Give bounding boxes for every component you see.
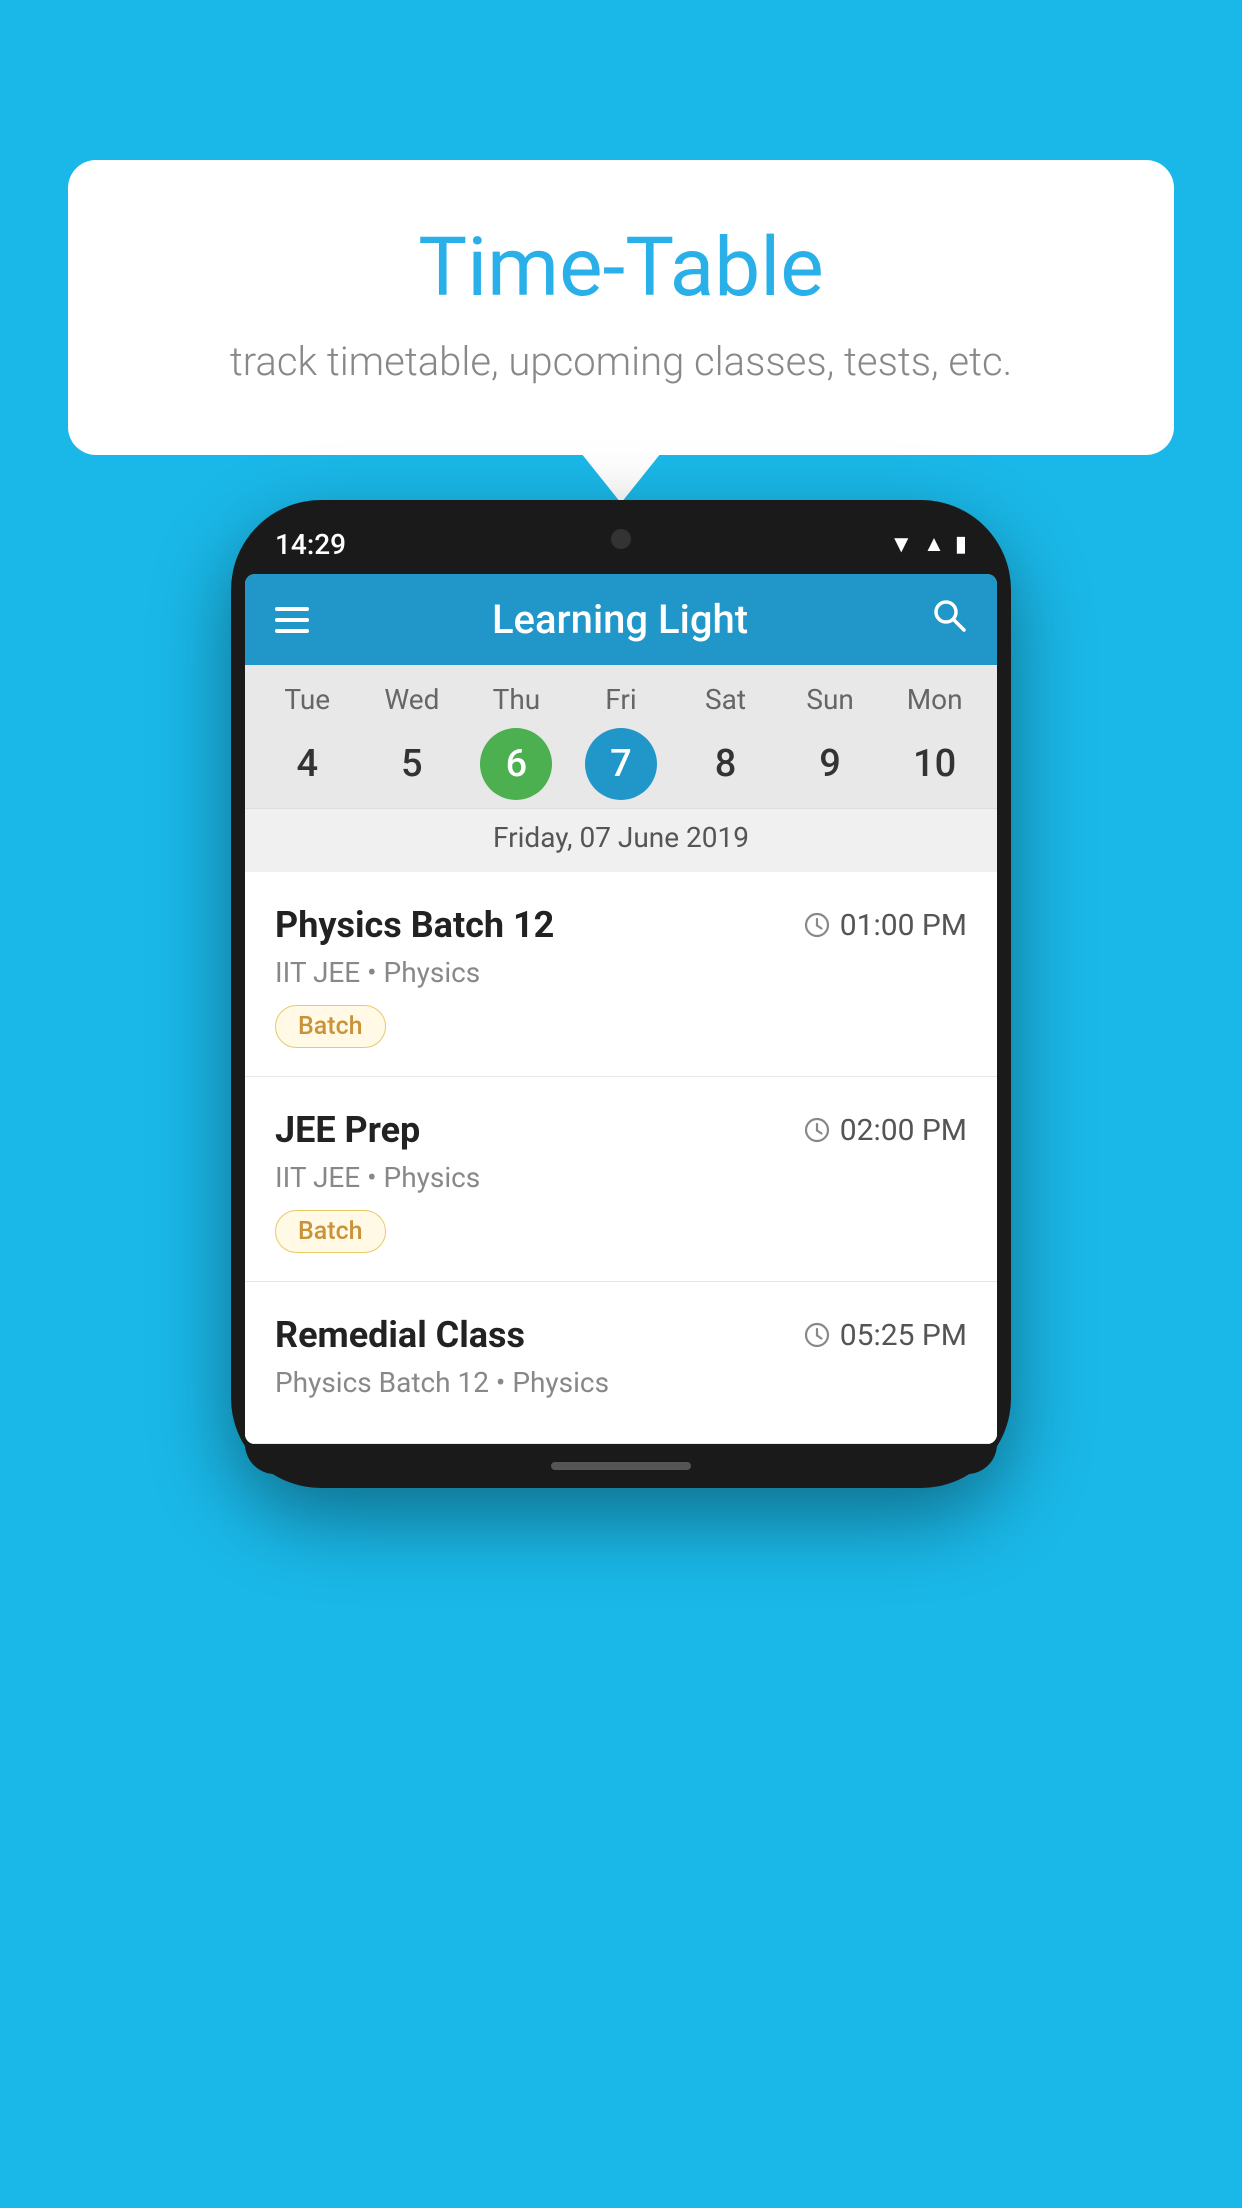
clock-icon	[804, 1117, 830, 1143]
hamburger-icon[interactable]	[275, 607, 309, 633]
selected-date-label: Friday, 07 June 2019	[245, 808, 997, 872]
page-title: Time-Table	[118, 220, 1124, 316]
camera	[611, 529, 631, 549]
status-bar: 14:29 ▼ ▲ ▮	[245, 514, 997, 574]
batch-tag: Batch	[275, 1210, 386, 1253]
item-time: 05:25 PM	[804, 1318, 967, 1353]
day-name: Fri	[605, 683, 636, 716]
schedule-item-top: JEE Prep 02:00 PM	[275, 1109, 967, 1151]
day-col-4[interactable]: Tue 4	[271, 683, 343, 800]
item-subtitle: IIT JEE • Physics	[275, 1161, 967, 1194]
item-title: Remedial Class	[275, 1314, 525, 1356]
search-icon[interactable]	[931, 597, 967, 642]
item-time: 02:00 PM	[804, 1113, 967, 1148]
schedule-item[interactable]: Physics Batch 12 01:00 PM IIT JEE • Physi…	[245, 872, 997, 1077]
day-number[interactable]: 8	[690, 728, 762, 800]
app-header: Learning Light	[245, 574, 997, 665]
schedule-list: Physics Batch 12 01:00 PM IIT JEE • Physi…	[245, 872, 997, 1444]
schedule-item[interactable]: JEE Prep 02:00 PM IIT JEE • Physics Batch	[245, 1077, 997, 1282]
phone-mockup: 14:29 ▼ ▲ ▮ Learning	[231, 500, 1011, 1488]
calendar-header: Tue 4 Wed 5 Thu 6 Fri 7 Sat 8 Sun 9 Mon 10 Friday, 07…	[245, 665, 997, 872]
day-name: Sat	[705, 683, 746, 716]
days-row: Tue 4 Wed 5 Thu 6 Fri 7 Sat 8 Sun 9 Mon 10	[245, 683, 997, 808]
day-number[interactable]: 5	[376, 728, 448, 800]
day-name: Tue	[284, 683, 330, 716]
day-number[interactable]: 10	[899, 728, 971, 800]
item-title: JEE Prep	[275, 1109, 420, 1151]
day-name: Sun	[806, 683, 854, 716]
day-col-6[interactable]: Thu 6	[480, 683, 552, 800]
day-col-8[interactable]: Sat 8	[690, 683, 762, 800]
schedule-item[interactable]: Remedial Class 05:25 PM Physics Batch 12 …	[245, 1282, 997, 1444]
status-time: 14:29	[275, 528, 346, 561]
day-col-5[interactable]: Wed 5	[376, 683, 448, 800]
speech-bubble: Time-Table track timetable, upcoming cla…	[68, 160, 1174, 455]
clock-icon	[804, 912, 830, 938]
day-number[interactable]: 7	[585, 728, 657, 800]
item-time: 01:00 PM	[804, 908, 967, 943]
schedule-item-top: Remedial Class 05:25 PM	[275, 1314, 967, 1356]
bottom-indicator	[551, 1462, 691, 1470]
day-name: Mon	[907, 683, 963, 716]
phone-screen: Learning Light Tue4Wed5Thu6Fri7Sat8Sun9M…	[245, 574, 997, 1444]
schedule-item-top: Physics Batch 12 01:00 PM	[275, 904, 967, 946]
item-title: Physics Batch 12	[275, 904, 554, 946]
day-name: Wed	[384, 683, 439, 716]
battery-icon: ▮	[955, 532, 967, 557]
day-number[interactable]: 4	[271, 728, 343, 800]
signal-icon: ▲	[923, 531, 945, 557]
wifi-icon: ▼	[889, 530, 913, 559]
item-subtitle: Physics Batch 12 • Physics	[275, 1366, 967, 1399]
page-subtitle: track timetable, upcoming classes, tests…	[118, 338, 1124, 385]
batch-tag: Batch	[275, 1005, 386, 1048]
day-col-10[interactable]: Mon 10	[899, 683, 971, 800]
notch	[551, 514, 691, 564]
day-number[interactable]: 9	[794, 728, 866, 800]
day-name: Thu	[493, 683, 541, 716]
day-col-9[interactable]: Sun 9	[794, 683, 866, 800]
item-subtitle: IIT JEE • Physics	[275, 956, 967, 989]
app-title: Learning Light	[309, 596, 931, 643]
phone-bottom	[245, 1444, 997, 1474]
clock-icon	[804, 1322, 830, 1348]
status-icons: ▼ ▲ ▮	[889, 530, 967, 559]
day-number[interactable]: 6	[480, 728, 552, 800]
day-col-7[interactable]: Fri 7	[585, 683, 657, 800]
